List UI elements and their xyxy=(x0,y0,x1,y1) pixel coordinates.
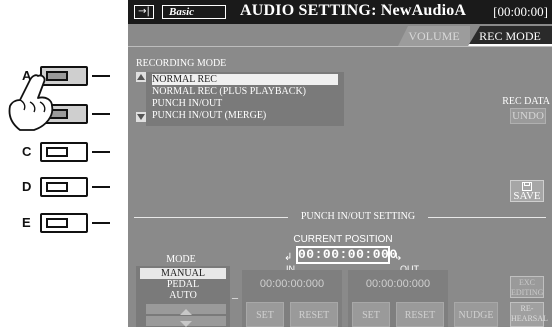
exc-editing-button[interactable]: EXC EDITING xyxy=(510,276,544,298)
mode-badge: Basic xyxy=(162,5,226,19)
triangle-up-icon xyxy=(137,74,145,80)
triangle-down-icon xyxy=(137,114,145,120)
undo-button[interactable]: UNDO xyxy=(510,108,546,124)
rehearsal-line2: HEARSAL xyxy=(511,314,548,323)
rehearsal-line1: RE- xyxy=(520,304,534,313)
punch-in-set-button[interactable]: SET xyxy=(246,302,284,327)
save-button[interactable]: SAVE xyxy=(510,180,544,202)
button-lead-line xyxy=(92,75,110,77)
mode-label: MODE xyxy=(166,254,196,265)
nudge-button[interactable]: NUDGE xyxy=(454,302,498,327)
punch-out-panel: 00:00:00:000 SET RESET xyxy=(348,270,448,327)
title-bar: →| Basic AUDIO SETTING: NewAudioA [00:00… xyxy=(128,0,552,24)
mode-dash: – xyxy=(232,290,238,304)
in-bracket-icon: ↲ xyxy=(284,252,293,263)
triangle-down-icon xyxy=(180,321,192,327)
mode-item-pedal[interactable]: PEDAL xyxy=(140,279,226,290)
button-letter-e: E xyxy=(22,215,31,230)
hardware-button-row-d: D xyxy=(0,177,128,199)
tab-rec-mode[interactable]: REC MODE xyxy=(468,26,552,46)
punch-in-out-setting-label: PUNCH IN/OUT SETTING xyxy=(300,211,416,222)
recording-mode-item-normal-rec[interactable]: NORMAL REC xyxy=(152,74,338,85)
punch-out-reset-button[interactable]: RESET xyxy=(396,302,444,327)
hardware-button-e[interactable] xyxy=(40,213,88,233)
button-lead-line xyxy=(92,186,110,188)
punch-out-set-button[interactable]: SET xyxy=(352,302,390,327)
scroll-up-button[interactable] xyxy=(136,72,146,82)
recording-mode-item-punch-in-out[interactable]: PUNCH IN/OUT xyxy=(152,98,338,109)
hardware-button-row-e: E xyxy=(0,213,128,235)
save-label: SAVE xyxy=(513,190,541,202)
mode-list: MANUAL PEDAL AUTO xyxy=(136,266,230,327)
recording-mode-item-punch-in-out-merge[interactable]: PUNCH IN/OUT (MERGE) xyxy=(152,110,338,121)
exc-editing-line1: EXC xyxy=(519,278,535,287)
button-letter-c: C xyxy=(22,144,32,159)
audio-setting-screen: →| Basic AUDIO SETTING: NewAudioA [00:00… xyxy=(128,0,552,327)
punch-in-panel: 00:00:00:000 SET RESET xyxy=(242,270,342,327)
button-lead-line xyxy=(92,151,110,153)
hardware-button-row-c: C xyxy=(0,142,128,164)
exc-editing-line2: EDITING xyxy=(511,288,544,297)
scroll-down-button[interactable] xyxy=(136,112,146,122)
button-lead-line xyxy=(92,113,110,115)
out-bracket-icon: ↳ xyxy=(394,252,403,263)
recording-mode-label: RECORDING MODE xyxy=(136,58,227,69)
song-position-time: [00:00:00] xyxy=(493,4,548,19)
current-position-label: CURRENT POSITION xyxy=(293,234,393,245)
punch-out-time: 00:00:00:000 xyxy=(365,278,431,290)
section-divider-left xyxy=(134,217,288,218)
mode-up-button[interactable] xyxy=(146,304,226,315)
tab-divider xyxy=(128,46,552,47)
hardware-button-d[interactable] xyxy=(40,177,88,197)
rehearsal-button[interactable]: RE- HEARSAL xyxy=(510,302,548,327)
mode-item-manual[interactable]: MANUAL xyxy=(140,268,226,279)
button-letter-d: D xyxy=(22,179,32,194)
rec-data-label: REC DATA xyxy=(502,96,550,107)
button-lead-line xyxy=(92,222,110,224)
recording-mode-list: NORMAL REC NORMAL REC (PLUS PLAYBACK) PU… xyxy=(146,72,344,126)
page-title: AUDIO SETTING: NewAudioA xyxy=(240,2,467,19)
tab-volume[interactable]: VOLUME xyxy=(398,26,470,46)
section-divider-right xyxy=(428,217,546,218)
song-return-icon[interactable]: →| xyxy=(134,5,154,19)
mode-item-auto[interactable]: AUTO xyxy=(140,290,226,301)
mode-down-button[interactable] xyxy=(146,316,226,327)
punch-in-time: 00:00:00:000 xyxy=(259,278,325,290)
recording-mode-item-normal-rec-plus-playback[interactable]: NORMAL REC (PLUS PLAYBACK) xyxy=(152,86,338,97)
current-position-display: 00:00:00:000 xyxy=(296,246,398,264)
hardware-button-c[interactable] xyxy=(40,142,88,162)
pointing-hand-icon xyxy=(8,74,54,131)
punch-in-reset-button[interactable]: RESET xyxy=(290,302,338,327)
